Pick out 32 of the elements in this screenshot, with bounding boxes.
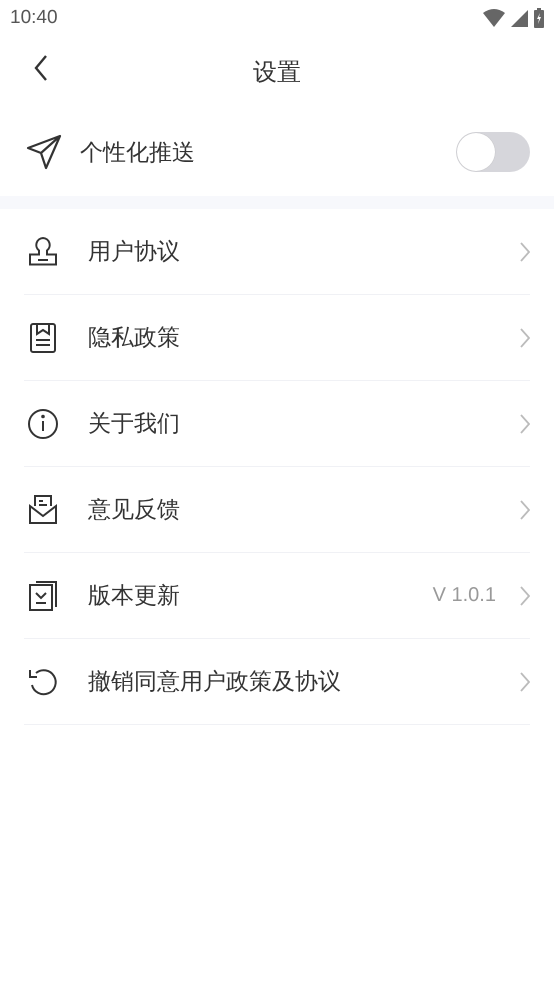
chevron-icon xyxy=(520,500,530,520)
row-label: 意见反馈 xyxy=(88,496,181,525)
settings-row[interactable]: 用户协议 xyxy=(24,209,530,295)
toggle-switch[interactable] xyxy=(456,132,530,172)
chevron-icon xyxy=(520,242,530,262)
settings-row[interactable]: 版本更新 V 1.0.1 xyxy=(24,553,530,639)
paper-plane-icon xyxy=(26,134,62,170)
back-icon[interactable] xyxy=(34,54,48,82)
row-label: 版本更新 xyxy=(88,582,181,611)
row-label: 隐私政策 xyxy=(88,324,181,353)
version-text: V 1.0.1 xyxy=(432,584,496,607)
chevron-icon xyxy=(520,414,530,434)
page-title: 设置 xyxy=(253,57,301,88)
stamp-icon xyxy=(26,234,60,268)
info-icon xyxy=(26,406,60,440)
settings-row[interactable]: 撤销同意用户政策及协议 xyxy=(24,639,530,725)
chevron-icon xyxy=(520,586,530,606)
signal-icon xyxy=(511,10,528,26)
row-label: 用户协议 xyxy=(88,238,181,267)
row-label: 撤销同意用户政策及协议 xyxy=(88,668,342,697)
row-label: 关于我们 xyxy=(88,410,181,439)
wifi-icon xyxy=(483,9,505,27)
battery-icon xyxy=(534,8,544,28)
download-box-icon xyxy=(26,578,60,612)
chevron-icon xyxy=(520,672,530,692)
envelope-icon xyxy=(26,492,60,526)
status-time: 10:40 xyxy=(10,7,58,29)
settings-row[interactable]: 意见反馈 xyxy=(24,467,530,553)
chevron-icon xyxy=(520,328,530,348)
settings-row[interactable]: 关于我们 xyxy=(24,381,530,467)
push-label: 个性化推送 xyxy=(80,138,196,168)
settings-row[interactable]: 隐私政策 xyxy=(24,295,530,381)
